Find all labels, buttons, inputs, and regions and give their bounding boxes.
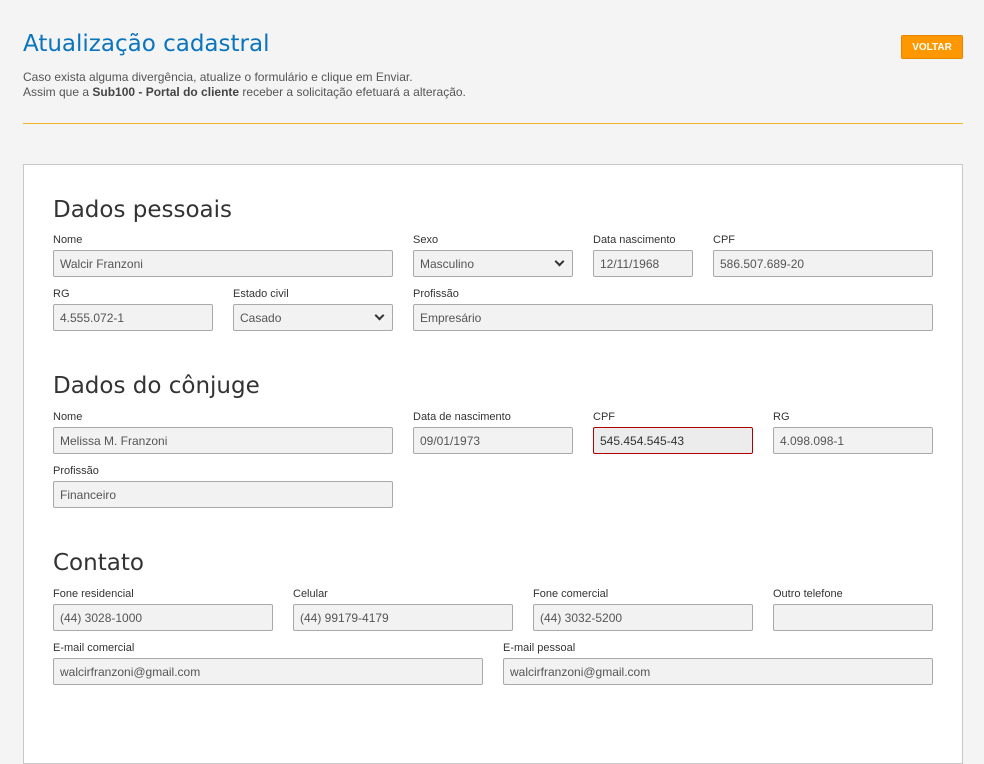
chevron-down-icon bbox=[375, 311, 385, 321]
spouse-profession-value: Financeiro bbox=[60, 488, 116, 502]
work-email-value: walcirfranzoni@gmail.com bbox=[60, 665, 200, 679]
mobile-input[interactable]: (44) 99179-4179 bbox=[293, 604, 513, 631]
chevron-down-icon bbox=[555, 257, 565, 267]
page-description: Caso exista alguma divergência, atualize… bbox=[23, 70, 466, 100]
work-phone-input[interactable]: (44) 3032-5200 bbox=[533, 604, 753, 631]
spouse-profession-label: Profissão bbox=[53, 465, 99, 477]
spouse-rg-input[interactable]: 4.098.098-1 bbox=[773, 427, 933, 454]
marital-status-select[interactable]: Casado bbox=[233, 304, 393, 331]
cpf-value: 586.507.689-20 bbox=[720, 257, 804, 271]
profession-input[interactable]: Empresário bbox=[413, 304, 933, 331]
spouse-cpf-label: CPF bbox=[593, 411, 615, 423]
home-phone-value: (44) 3028-1000 bbox=[60, 611, 142, 625]
profession-value: Empresário bbox=[420, 311, 481, 325]
sex-label: Sexo bbox=[413, 234, 438, 246]
section-heading-personal: Dados pessoais bbox=[53, 197, 232, 223]
section-heading-spouse: Dados do cônjuge bbox=[53, 373, 260, 399]
description-line-2: Assim que a Sub100 - Portal do cliente r… bbox=[23, 85, 466, 100]
page-title: Atualização cadastral bbox=[23, 31, 269, 57]
spouse-birthdate-input[interactable]: 09/01/1973 bbox=[413, 427, 573, 454]
work-phone-label: Fone comercial bbox=[533, 588, 608, 600]
line2-pre: Assim que a bbox=[23, 85, 92, 99]
section-heading-contact: Contato bbox=[53, 550, 144, 576]
spouse-name-input[interactable]: Melissa M. Franzoni bbox=[53, 427, 393, 454]
cpf-label: CPF bbox=[713, 234, 735, 246]
spouse-name-label: Nome bbox=[53, 411, 82, 423]
spouse-cpf-value: 545.454.545-43 bbox=[600, 434, 684, 448]
line2-post: receber a solicitação efetuará a alteraç… bbox=[239, 85, 466, 99]
rg-label: RG bbox=[53, 288, 70, 300]
work-email-input[interactable]: walcirfranzoni@gmail.com bbox=[53, 658, 483, 685]
portal-name: Sub100 - Portal do cliente bbox=[92, 85, 239, 99]
spouse-birthdate-label: Data de nascimento bbox=[413, 411, 511, 423]
mobile-value: (44) 99179-4179 bbox=[300, 611, 389, 625]
spouse-name-value: Melissa M. Franzoni bbox=[60, 434, 167, 448]
sex-select[interactable]: Masculino bbox=[413, 250, 573, 277]
divider bbox=[23, 123, 963, 124]
name-input[interactable]: Walcir Franzoni bbox=[53, 250, 393, 277]
birthdate-label: Data nascimento bbox=[593, 234, 676, 246]
marital-status-value: Casado bbox=[240, 311, 281, 325]
back-button[interactable]: VOLTAR bbox=[901, 35, 963, 59]
cpf-input[interactable]: 586.507.689-20 bbox=[713, 250, 933, 277]
description-line-1: Caso exista alguma divergência, atualize… bbox=[23, 70, 466, 85]
spouse-profession-input[interactable]: Financeiro bbox=[53, 481, 393, 508]
mobile-label: Celular bbox=[293, 588, 328, 600]
birthdate-value: 12/11/1968 bbox=[600, 257, 659, 271]
name-label: Nome bbox=[53, 234, 82, 246]
other-phone-label: Outro telefone bbox=[773, 588, 843, 600]
name-value: Walcir Franzoni bbox=[60, 257, 143, 271]
spouse-rg-value: 4.098.098-1 bbox=[780, 434, 844, 448]
sex-value: Masculino bbox=[420, 257, 474, 271]
spouse-cpf-input[interactable]: 545.454.545-43 bbox=[593, 427, 753, 454]
rg-input[interactable]: 4.555.072-1 bbox=[53, 304, 213, 331]
work-phone-value: (44) 3032-5200 bbox=[540, 611, 622, 625]
marital-status-label: Estado civil bbox=[233, 288, 289, 300]
rg-value: 4.555.072-1 bbox=[60, 311, 124, 325]
other-phone-input[interactable] bbox=[773, 604, 933, 631]
profession-label: Profissão bbox=[413, 288, 459, 300]
home-phone-input[interactable]: (44) 3028-1000 bbox=[53, 604, 273, 631]
work-email-label: E-mail comercial bbox=[53, 642, 134, 654]
home-phone-label: Fone residencial bbox=[53, 588, 134, 600]
personal-email-input[interactable]: walcirfranzoni@gmail.com bbox=[503, 658, 933, 685]
birthdate-input[interactable]: 12/11/1968 bbox=[593, 250, 693, 277]
personal-email-label: E-mail pessoal bbox=[503, 642, 575, 654]
spouse-rg-label: RG bbox=[773, 411, 790, 423]
personal-email-value: walcirfranzoni@gmail.com bbox=[510, 665, 650, 679]
spouse-birthdate-value: 09/01/1973 bbox=[420, 434, 480, 448]
